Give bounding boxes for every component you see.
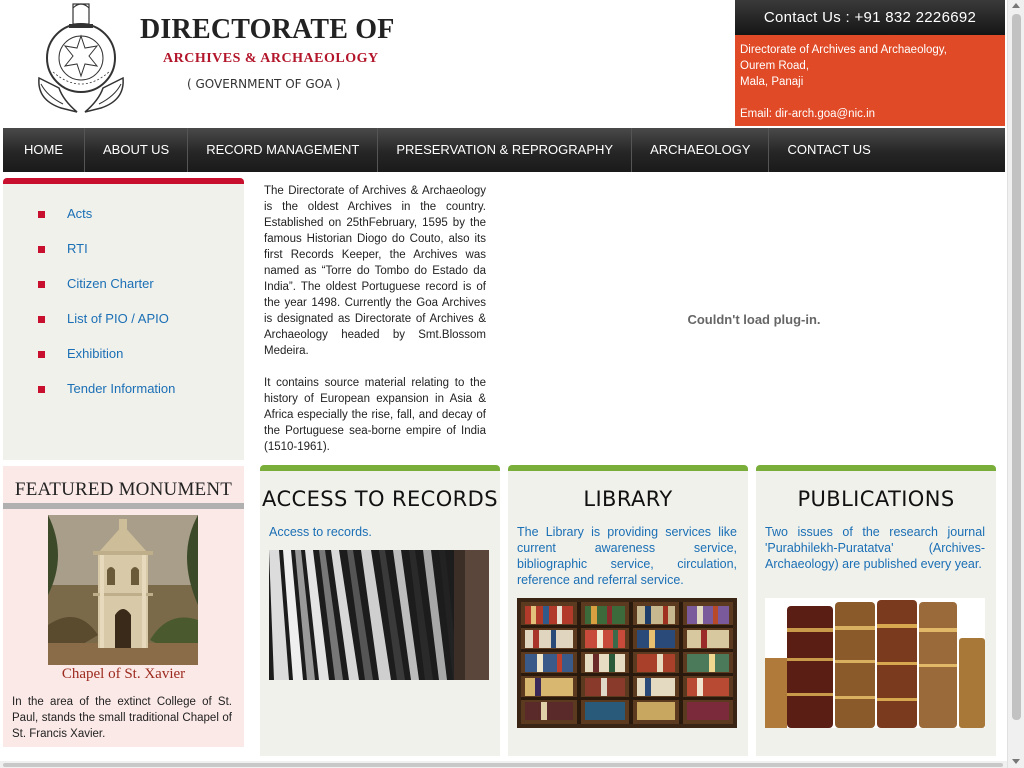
library-image[interactable] <box>517 598 737 728</box>
nav-item-contact-us[interactable]: CONTACT US <box>769 128 888 172</box>
sidebar-item-exhibition[interactable]: Exhibition <box>3 344 244 379</box>
bullet-icon <box>38 316 45 323</box>
address-line: Ourem Road, <box>740 60 810 72</box>
sidebar-item-label[interactable]: Exhibition <box>67 346 123 361</box>
card-publications: PUBLICATIONS Two issues of the research … <box>756 465 996 756</box>
nav-item-home[interactable]: HOME <box>3 128 85 172</box>
contact-email[interactable]: Email: dir-arch.goa@nic.in <box>740 106 947 122</box>
sidebar-item-pio-apio[interactable]: List of PIO / APIO <box>3 309 244 344</box>
featured-monument-description: In the area of the extinct College of St… <box>12 696 232 740</box>
sidebar-item-citizen-charter[interactable]: Citizen Charter <box>3 274 244 309</box>
chapel-photo[interactable] <box>48 515 198 665</box>
site-subtitle: ARCHIVES & ARCHAEOLOGY <box>163 51 379 66</box>
sidebar-item-label[interactable]: Acts <box>67 206 92 221</box>
intro-text: The Directorate of Archives & Archaeolog… <box>264 183 486 455</box>
sidebar-item-label[interactable]: RTI <box>67 241 88 256</box>
featured-heading: FEATURED MONUMENT <box>3 472 244 509</box>
bullet-icon <box>38 281 45 288</box>
card-text[interactable]: Two issues of the research journal 'Pura… <box>765 524 985 572</box>
contact-box: Contact Us : +91 832 2226692 Directorate… <box>735 0 1005 126</box>
card-title[interactable]: ACCESS TO RECORDS <box>260 487 500 511</box>
records-image[interactable] <box>269 550 489 680</box>
sidebar-item-label[interactable]: Citizen Charter <box>67 276 154 291</box>
bullet-icon <box>38 386 45 393</box>
sidebar-item-acts[interactable]: Acts <box>3 204 244 239</box>
card-library: LIBRARY The Library is providing service… <box>508 465 748 756</box>
bullet-icon <box>38 246 45 253</box>
plugin-error-message: Couldn't load plug-in. <box>687 312 821 327</box>
sidebar-item-label[interactable]: Tender Information <box>67 381 175 396</box>
page-header: DIRECTORATE OF ARCHIVES & ARCHAEOLOGY ( … <box>3 0 1005 128</box>
vertical-scrollbar[interactable] <box>1007 0 1024 768</box>
featured-monument: FEATURED MONUMENT Chapel of St. Xavier I… <box>3 466 244 747</box>
goa-government-emblem-icon[interactable] <box>33 0 129 116</box>
contact-phone: Contact Us : +91 832 2226692 <box>735 0 1005 35</box>
sidebar-item-tender-information[interactable]: Tender Information <box>3 379 244 414</box>
address-line: Mala, Panaji <box>740 76 804 88</box>
intro-paragraph: It contains source material relating to … <box>264 377 486 453</box>
address-line: Directorate of Archives and Archaeology, <box>740 44 947 56</box>
main-nav: HOME ABOUT US RECORD MANAGEMENT PRESERVA… <box>3 128 1005 172</box>
featured-monument-name[interactable]: Chapel of St. Xavier <box>3 666 244 683</box>
scroll-up-icon[interactable] <box>1012 3 1020 8</box>
plugin-area[interactable]: Couldn't load plug-in. <box>500 175 1005 460</box>
card-text[interactable]: Access to records. <box>269 524 489 540</box>
card-access-to-records: ACCESS TO RECORDS Access to records. <box>260 465 500 756</box>
site-title: DIRECTORATE OF <box>140 14 395 45</box>
sidebar-links: Acts RTI Citizen Charter List of PIO / A… <box>3 178 244 460</box>
horizontal-scrollbar[interactable] <box>0 761 1007 768</box>
horizontal-scrollbar-thumb[interactable] <box>3 763 1003 767</box>
nav-item-archaeology[interactable]: ARCHAEOLOGY <box>632 128 770 172</box>
vertical-scrollbar-thumb[interactable] <box>1012 14 1021 720</box>
card-text[interactable]: The Library is providing services like c… <box>517 524 737 588</box>
card-title[interactable]: PUBLICATIONS <box>756 487 996 511</box>
site-government-label: ( GOVERNMENT OF GOA ) <box>187 77 341 91</box>
sidebar-item-label[interactable]: List of PIO / APIO <box>67 311 169 326</box>
scroll-down-icon[interactable] <box>1012 759 1020 764</box>
sidebar-item-rti[interactable]: RTI <box>3 239 244 274</box>
nav-item-preservation-reprography[interactable]: PRESERVATION & REPROGRAPHY <box>378 128 633 172</box>
nav-item-about-us[interactable]: ABOUT US <box>85 128 189 172</box>
bullet-icon <box>38 211 45 218</box>
bullet-icon <box>38 351 45 358</box>
card-title[interactable]: LIBRARY <box>508 487 748 511</box>
nav-item-record-management[interactable]: RECORD MANAGEMENT <box>188 128 379 172</box>
intro-paragraph: The Directorate of Archives & Archaeolog… <box>264 185 486 357</box>
contact-address: Directorate of Archives and Archaeology,… <box>740 42 947 122</box>
books-image[interactable] <box>765 598 985 728</box>
